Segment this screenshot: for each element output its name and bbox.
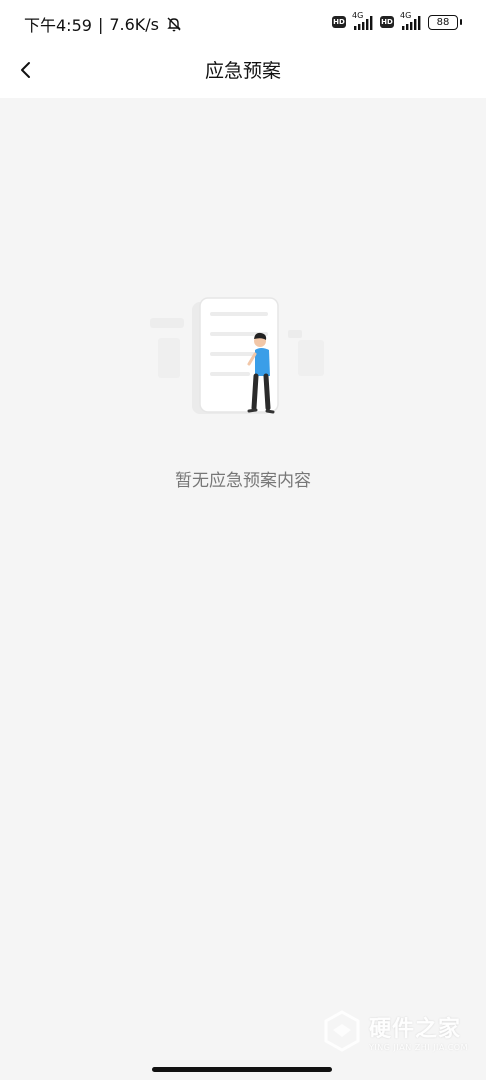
status-separator: | [97,14,104,34]
home-indicator[interactable] [152,1067,332,1072]
status-time: 下午4:59 [24,16,92,35]
net-speed: 7.6K/s [109,14,159,34]
battery-icon: 88 [428,14,462,30]
empty-state: 暂无应急预案内容 [0,290,486,491]
signal-bars-icon [402,16,421,30]
watermark-text: 硬件之家 YING JIAN ZHI JIA.COM [369,1011,468,1052]
status-left: 下午4:59 | 7.6K/s [24,12,183,36]
hd-badge-sim2: HD [380,16,394,28]
watermark-cn: 硬件之家 [369,1016,462,1042]
signal-sim2: 4G [400,11,422,31]
screen: 下午4:59 | 7.6K/s HD 4G HD 4G 88 应急预案 暂无应急… [0,0,486,1080]
watermark-logo-icon [324,1010,360,1052]
empty-document-illustration [150,297,324,414]
signal-bars-icon [354,16,373,30]
status-right: HD 4G HD 4G 88 [332,11,462,31]
signal-sim1: 4G [352,11,374,31]
hd-badge-sim1: HD [332,16,346,28]
watermark: 硬件之家 YING JIAN ZHI JIA.COM [323,1010,468,1052]
watermark-en: YING JIAN ZHI JIA.COM [369,1042,468,1052]
bell-muted-icon [167,17,181,32]
empty-message: 暂无应急预案内容 [175,471,311,491]
page-title: 应急预案 [204,60,281,82]
status-bar: 下午4:59 | 7.6K/s HD 4G HD 4G 88 [0,0,486,44]
nav-bar: 应急预案 [0,44,486,98]
